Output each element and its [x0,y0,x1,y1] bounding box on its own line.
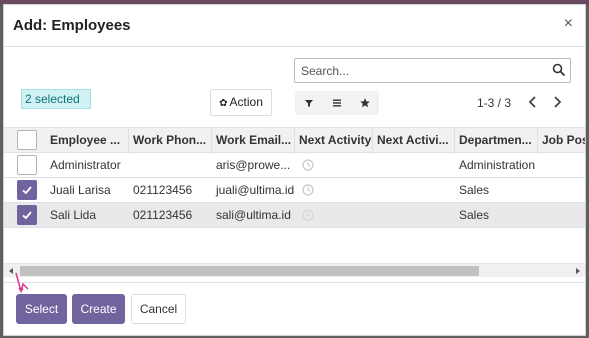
work-email-cell: aris@prowe... [216,158,291,172]
department-cell: Sales [459,183,490,197]
close-icon[interactable]: × [564,15,573,33]
select-all-checkbox[interactable] [17,130,37,150]
selected-count-badge: 2 selected [21,89,91,109]
table-row[interactable]: Juali Larisa 021123456 juali@ultima.id S… [4,178,585,203]
table-row[interactable]: Administrator aris@prowe... Administrati… [4,153,585,178]
mouse-pointer-icon [15,272,29,294]
table-header: Employee ... Work Phon... Work Email... … [4,127,585,154]
add-employees-dialog: Add: Employees × 2 selected ✿Action 1-3 … [3,4,586,336]
column-header-employee[interactable]: Employee ... [46,128,129,154]
group-by-icon[interactable] [330,96,344,110]
horizontal-scrollbar[interactable] [4,263,585,277]
column-header-work-email[interactable]: Work Email... [212,128,295,154]
filter-icon[interactable] [302,96,316,110]
checkmark-icon [22,186,32,195]
scroll-right-icon[interactable] [574,267,582,275]
employees-table: Employee ... Work Phon... Work Email... … [4,127,585,231]
cancel-button[interactable]: Cancel [131,294,186,324]
row-checkbox[interactable] [17,180,37,200]
employee-name-cell: Juali Larisa [50,183,111,197]
search-input[interactable] [295,59,545,82]
department-cell: Administration [459,158,536,172]
column-header-department[interactable]: Departmen... [455,128,538,154]
search-options-group [295,91,379,115]
dialog-footer: Select Create Cancel [4,282,585,335]
favorite-icon[interactable] [358,96,372,110]
clock-icon[interactable] [302,184,314,196]
table-row[interactable]: Sali Lida 021123456 sali@ultima.id Sales [4,203,585,228]
pager-next-icon[interactable] [549,94,565,110]
employee-name-cell: Administrator [50,158,121,172]
select-button[interactable]: Select [16,294,67,324]
clock-icon[interactable] [302,159,314,171]
search-icon[interactable] [552,63,566,77]
column-header-next-activity[interactable]: Next Activity [295,128,373,154]
department-cell: Sales [459,208,490,222]
gear-icon: ✿ [219,98,228,109]
pager-previous-icon[interactable] [525,94,541,110]
work-phone-cell: 021123456 [133,183,193,197]
search-box[interactable] [294,58,571,83]
checkmark-icon [22,211,32,220]
action-button[interactable]: ✿ Action [210,89,272,116]
scrollbar-thumb[interactable] [20,266,479,276]
column-header-next-activity-deadline[interactable]: Next Activi... [373,128,455,154]
row-checkbox[interactable] [17,155,37,175]
work-phone-cell [129,153,212,177]
clock-icon[interactable] [302,209,314,221]
work-phone-cell: 021123456 [133,208,193,222]
column-header-job-position[interactable]: Job Pos [538,128,585,154]
row-checkbox[interactable] [17,205,37,225]
action-label: Action [229,95,263,109]
employee-name-cell: Sali Lida [50,208,97,222]
create-button[interactable]: Create [72,294,125,324]
work-email-cell: juali@ultima.id [216,183,295,197]
column-header-work-phone[interactable]: Work Phon... [129,128,212,154]
pager-value: 1-3 / 3 [477,96,512,110]
dialog-header: Add: Employees × [4,5,585,47]
work-email-cell: sali@ultima.id [216,208,291,222]
dialog-title: Add: Employees [13,17,131,34]
